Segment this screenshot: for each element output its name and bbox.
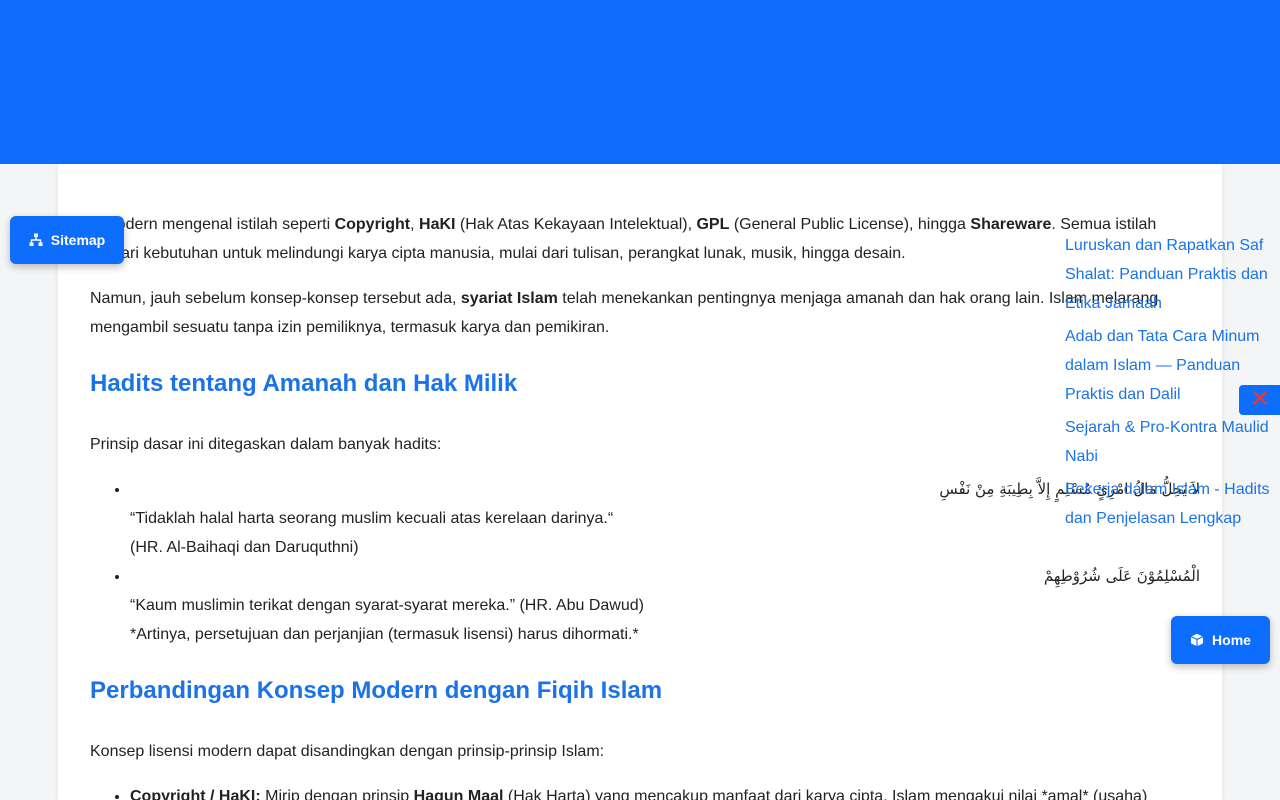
top-banner [0, 0, 1280, 164]
section-heading-hadits: Hadits tentang Amanah dan Hak Milik [90, 370, 518, 397]
text: (Hak Atas Kekayaan Intelektual), [455, 216, 697, 233]
comparison-list: Copyright / HaKI: Mirip dengan prinsip H… [130, 782, 1200, 800]
term-copyright: Copyright [334, 216, 411, 233]
hadits-intro: Prinsip dasar ini ditegaskan dalam banya… [90, 436, 442, 453]
text: a modern mengenal istilah seperti [90, 216, 335, 233]
hadith-note: *Artinya, persetujuan dan perjanjian (te… [130, 626, 639, 643]
hadith-item: لاَ يَحِلُّ مَالُ امْرِئٍ مُسْلِمٍ إِلاَ… [130, 475, 1200, 562]
hadith-source: (HR. Al-Baihaqi dan Daruquthni) [130, 539, 359, 556]
term-haki: HaKI [419, 216, 456, 233]
related-posts-sidebar: Luruskan dan Rapatkan Saf Shalat: Pandua… [1065, 231, 1280, 537]
hadith-list: لاَ يَحِلُّ مَالُ امْرِئٍ مُسْلِمٍ إِلاَ… [130, 475, 1200, 649]
related-link[interactable]: Sejarah & Pro-Kontra Maulid Nabi [1065, 413, 1280, 471]
home-label: Home [1212, 632, 1251, 648]
text: (Hak Harta) yang mencakup manfaat dari k… [503, 788, 1148, 800]
section-heading-perbandingan: Perbandingan Konsep Modern dengan Fiqih … [90, 677, 663, 704]
sitemap-label: Sitemap [50, 232, 106, 248]
arabic-text: لاَ يَحِلُّ مَالُ امْرِئٍ مُسْلِمٍ إِلاَ… [939, 480, 1200, 498]
hadith-translation: “Tidaklah halal harta seorang muslim kec… [130, 510, 614, 527]
sitemap-button[interactable]: Sitemap [10, 216, 124, 264]
text: , [410, 216, 420, 233]
hadith-translation: “Kaum muslimin terikat dengan syarat-sya… [130, 597, 644, 614]
related-link[interactable]: Bekerja dalam Islam - Hadits dan Penjela… [1065, 475, 1280, 533]
comparison-intro: Konsep lisensi modern dapat disandingkan… [90, 743, 605, 760]
text: Namun, jauh sebelum konsep-konsep terseb… [90, 290, 461, 307]
article-body: a modern mengenal istilah seperti Copyri… [90, 210, 1200, 800]
hadith-item: الْمُسْلِمُوْنَ عَلَى شُرُوْطِهِمْ “Kaum… [130, 562, 1200, 649]
term-haqun-maal: Haqun Maal [413, 788, 504, 800]
term-gpl: GPL [696, 216, 730, 233]
text: (General Public License), hingga [729, 216, 971, 233]
second-paragraph: Namun, jauh sebelum konsep-konsep terseb… [90, 284, 1200, 342]
text: Mirip dengan prinsip [260, 788, 414, 800]
arabic-text: الْمُسْلِمُوْنَ عَلَى شُرُوْطِهِمْ [1043, 567, 1200, 585]
term-copyright-haki: Copyright / HaKI: [130, 788, 261, 800]
comparison-item: Copyright / HaKI: Mirip dengan prinsip H… [130, 782, 1200, 800]
text: hir dari kebutuhan untuk melindungi kary… [90, 245, 906, 262]
term-shareware: Shareware [970, 216, 1052, 233]
text: mengambil sesuatu tanpa izin pemiliknya,… [90, 319, 610, 336]
close-icon [1252, 390, 1268, 411]
home-button[interactable]: Home [1171, 616, 1270, 664]
close-button[interactable] [1239, 385, 1280, 415]
box-icon [1190, 633, 1204, 647]
intro-paragraph: a modern mengenal istilah seperti Copyri… [90, 210, 1200, 268]
related-link[interactable]: Luruskan dan Rapatkan Saf Shalat: Pandua… [1065, 231, 1280, 318]
sitemap-icon [29, 233, 43, 247]
term-syariat-islam: syariat Islam [460, 290, 558, 307]
